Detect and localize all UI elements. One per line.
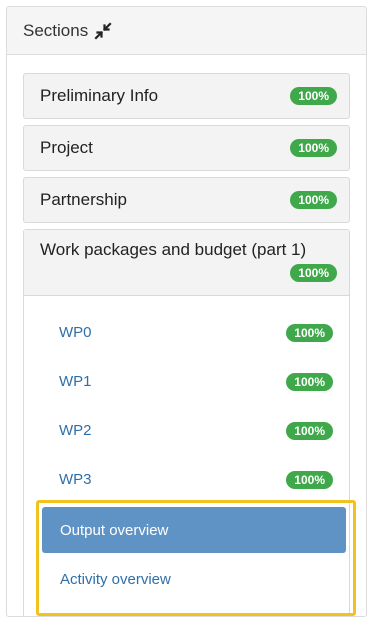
progress-badge: 100% bbox=[286, 470, 333, 489]
work-package-item[interactable]: WP0 100% bbox=[24, 308, 349, 357]
section-header[interactable]: Work packages and budget (part 1) 100% bbox=[24, 230, 349, 296]
work-package-label: WP1 bbox=[59, 373, 92, 390]
work-package-label: WP2 bbox=[59, 422, 92, 439]
output-overview-link[interactable]: Output overview bbox=[42, 507, 346, 553]
section-partnership[interactable]: Partnership 100% bbox=[23, 177, 350, 223]
work-package-label: WP0 bbox=[59, 324, 92, 341]
section-title: Project bbox=[40, 138, 93, 157]
panel-title: Sections bbox=[23, 20, 89, 40]
section-preliminary-info[interactable]: Preliminary Info 100% bbox=[23, 73, 350, 119]
section-header[interactable]: Partnership 100% bbox=[24, 178, 349, 222]
section-project[interactable]: Project 100% bbox=[23, 125, 350, 171]
collapse-arrows-icon[interactable] bbox=[94, 21, 112, 40]
activity-overview-link[interactable]: Activity overview bbox=[42, 556, 346, 602]
work-package-list: WP0 100% WP1 100% WP2 100% WP3 100% bbox=[24, 296, 349, 504]
progress-badge: 100% bbox=[290, 191, 337, 209]
progress-badge: 100% bbox=[286, 372, 333, 391]
work-package-item[interactable]: WP2 100% bbox=[24, 406, 349, 455]
work-package-item[interactable]: WP1 100% bbox=[24, 357, 349, 406]
work-package-label: WP3 bbox=[59, 471, 92, 488]
section-title: Partnership bbox=[40, 190, 127, 209]
section-header[interactable]: Project 100% bbox=[24, 126, 349, 170]
activity-overview-label: Activity overview bbox=[60, 570, 171, 588]
progress-badge: 100% bbox=[290, 139, 337, 157]
progress-badge: 100% bbox=[290, 264, 337, 282]
section-title: Work packages and budget (part 1) bbox=[40, 240, 307, 259]
panel-header: Sections bbox=[7, 7, 366, 55]
section-header[interactable]: Preliminary Info 100% bbox=[24, 74, 349, 118]
output-overview-label: Output overview bbox=[60, 521, 169, 539]
progress-badge: 100% bbox=[290, 87, 337, 105]
section-title: Preliminary Info bbox=[40, 86, 159, 105]
progress-badge: 100% bbox=[286, 323, 333, 342]
work-package-item[interactable]: WP3 100% bbox=[24, 455, 349, 504]
progress-badge: 100% bbox=[286, 421, 333, 440]
